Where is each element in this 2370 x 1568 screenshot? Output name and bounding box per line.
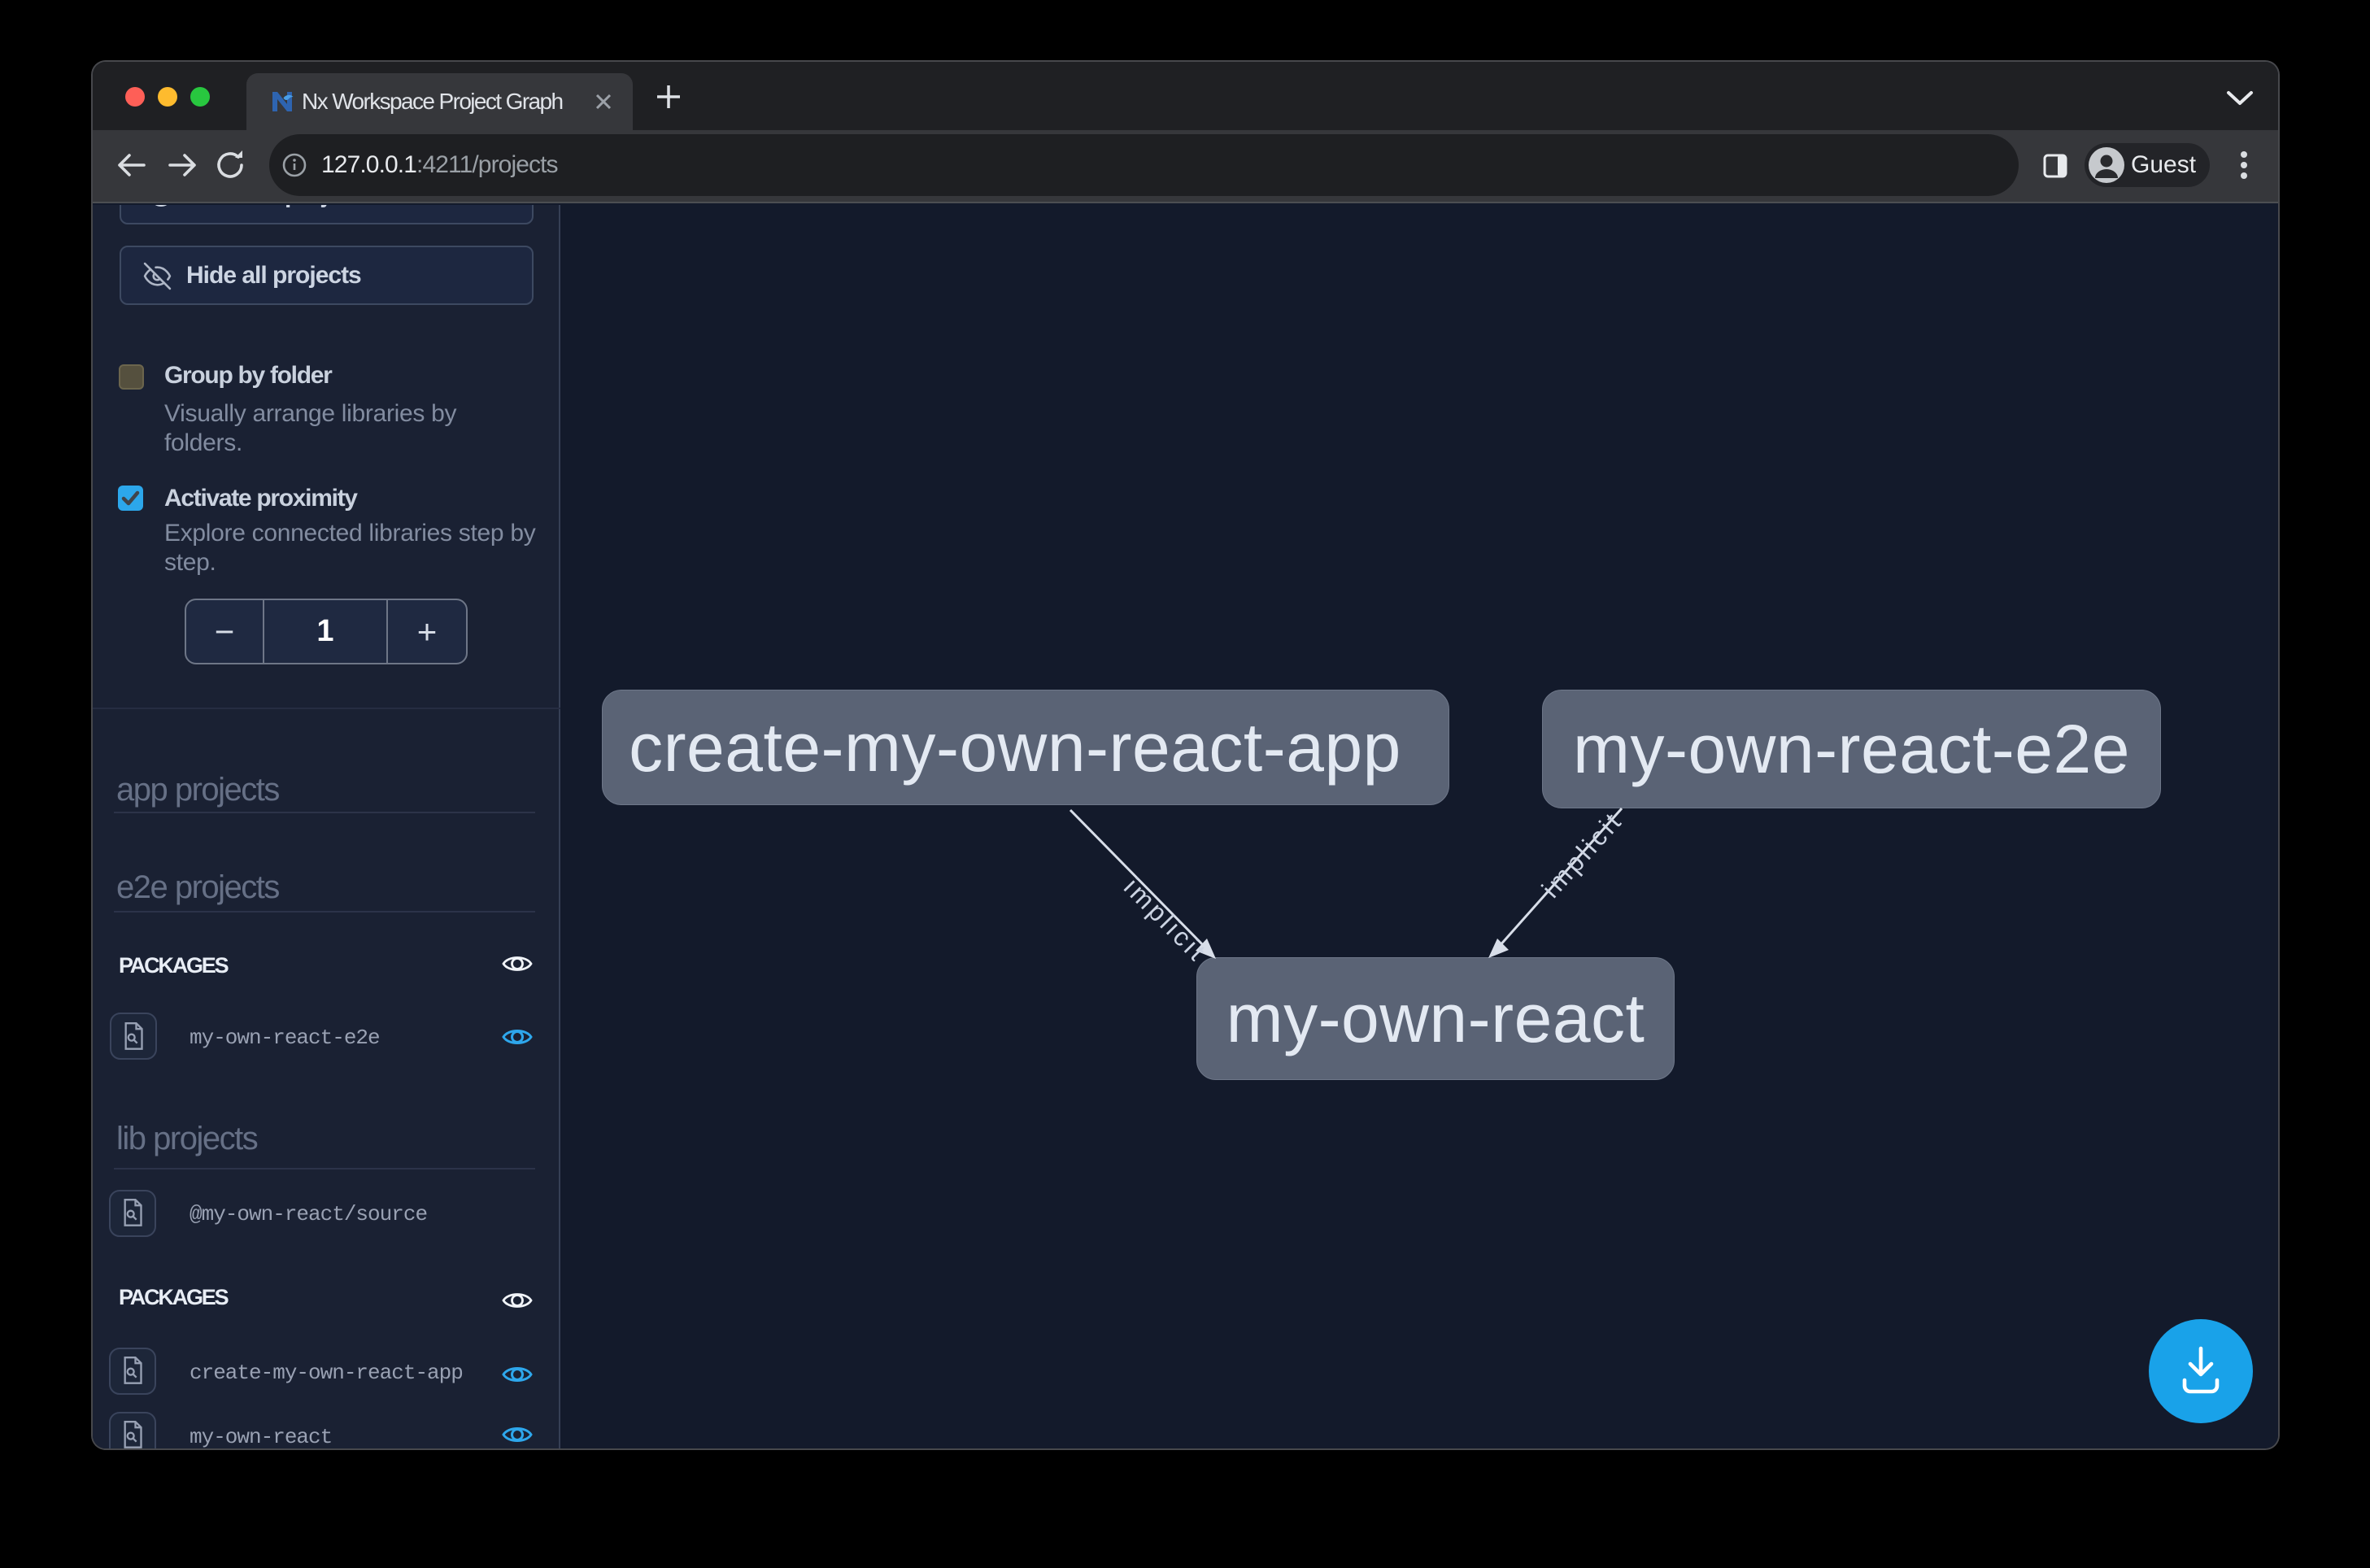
svg-text:implicit: implicit — [1536, 808, 1626, 904]
svg-text:implicit: implicit — [1118, 872, 1211, 965]
